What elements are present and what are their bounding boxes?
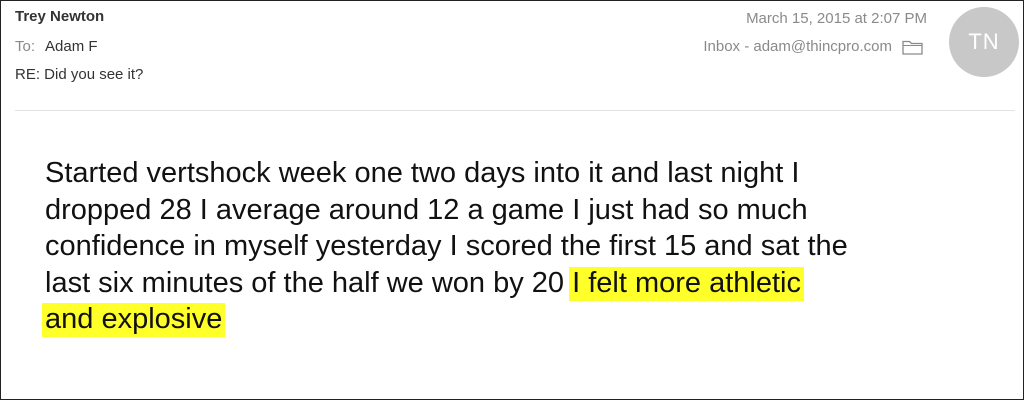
message-body: Started vertshock week one two days into… <box>42 155 985 338</box>
message-line: confidence in myself yesterday I scored … <box>45 230 848 262</box>
avatar: TN <box>949 7 1019 77</box>
recipient-line: To: Adam F <box>15 38 98 55</box>
email-subject: RE: Did you see it? <box>15 66 144 83</box>
folder-icon[interactable] <box>902 39 923 55</box>
email-window: Trey Newton To: Adam F RE: Did you see it… <box>0 0 1024 400</box>
avatar-initials: TN <box>968 29 1000 54</box>
mailbox-label: Inbox - adam@thincpro.com <box>703 38 892 55</box>
message-line: dropped 28 I average around 12 a game I … <box>45 193 808 226</box>
highlighted-text: and explosive <box>42 303 226 337</box>
sender-name[interactable]: Trey Newton <box>15 8 104 25</box>
header-divider <box>15 110 1015 111</box>
message-line-text: last six minutes of the half we won by 2… <box>45 266 565 299</box>
to-label: To: <box>15 38 36 55</box>
message-line: Started vertshock week one two days into… <box>45 157 800 189</box>
highlighted-text: I felt more athletic <box>569 266 804 301</box>
message-line: last six minutes of the half we won by 2… <box>45 265 985 302</box>
mailbox-line: Inbox - adam@thincpro.com <box>703 38 923 55</box>
email-header: Trey Newton To: Adam F RE: Did you see it… <box>1 1 1023 111</box>
recipient-name[interactable]: Adam F <box>45 38 98 55</box>
email-date: March 15, 2015 at 2:07 PM <box>746 10 927 27</box>
message-line: and explosive <box>42 301 985 338</box>
